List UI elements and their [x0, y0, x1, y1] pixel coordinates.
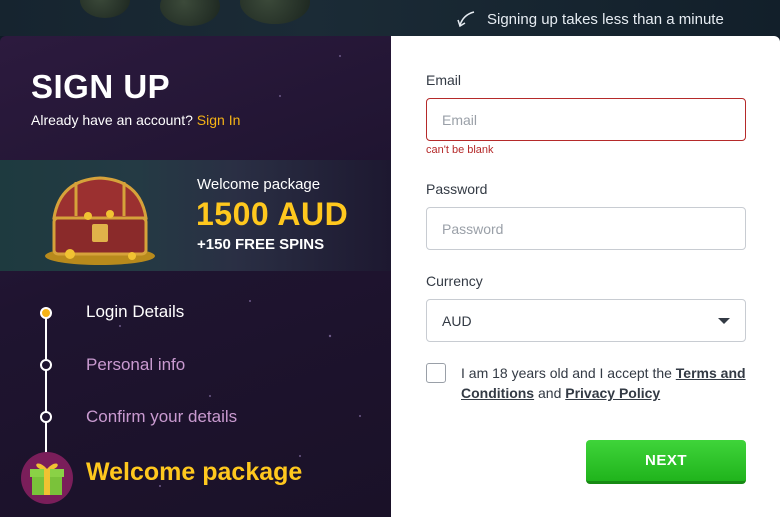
- signup-hint-text: Signing up takes less than a minute: [487, 10, 724, 28]
- step-welcome-package: Welcome package: [86, 458, 303, 486]
- coin-decoration: [80, 0, 130, 18]
- terms-prefix: I am 18 years old and I accept the: [461, 365, 672, 381]
- currency-select[interactable]: AUD: [426, 299, 746, 342]
- password-label: Password: [426, 181, 488, 197]
- privacy-link[interactable]: Privacy Policy: [565, 385, 660, 401]
- welcome-promo-banner: Welcome package 1500 AUD +150 FREE SPINS: [0, 160, 391, 271]
- promo-title: Welcome package: [197, 176, 321, 193]
- email-field[interactable]: [426, 98, 746, 141]
- next-button[interactable]: NEXT: [586, 440, 746, 484]
- gift-icon: [21, 452, 73, 504]
- terms-and: and: [538, 385, 562, 401]
- signin-prompt: Already have an account? Sign In: [31, 112, 240, 128]
- curved-arrow-icon: [457, 11, 475, 28]
- promo-amount: 1500 AUD: [196, 196, 349, 232]
- terms-checkbox[interactable]: [426, 363, 446, 383]
- currency-selected-value: AUD: [442, 312, 472, 329]
- signup-info-panel: SIGN UP Already have an account? Sign In…: [0, 36, 391, 517]
- step-confirm-details: Confirm your details: [86, 407, 238, 426]
- terms-text: I am 18 years old and I accept the Terms…: [461, 363, 751, 403]
- email-label: Email: [426, 72, 462, 88]
- chevron-down-icon: [718, 317, 730, 324]
- signin-link[interactable]: Sign In: [197, 112, 241, 128]
- already-account-text: Already have an account?: [31, 112, 193, 128]
- signup-form-panel: Email can't be blank Password Currency A…: [391, 36, 780, 517]
- currency-label: Currency: [426, 273, 483, 289]
- page-title: SIGN UP: [31, 68, 171, 105]
- treasure-chest-icon: [45, 176, 155, 265]
- coin-decoration: [240, 0, 310, 24]
- signup-steps: Login Details Personal info Confirm your…: [0, 286, 391, 517]
- step-marker-active: [40, 307, 52, 319]
- password-field[interactable]: [426, 207, 746, 250]
- steps-progress-line: [45, 313, 47, 463]
- step-marker: [40, 411, 52, 423]
- step-personal-info: Personal info: [86, 355, 186, 374]
- signup-hint: Signing up takes less than a minute: [456, 9, 724, 29]
- promo-spins: +150 FREE SPINS: [197, 236, 325, 253]
- step-marker: [40, 359, 52, 371]
- coin-decoration: [160, 0, 220, 26]
- step-login-details: Login Details: [86, 302, 185, 321]
- email-error-message: can't be blank: [426, 144, 494, 156]
